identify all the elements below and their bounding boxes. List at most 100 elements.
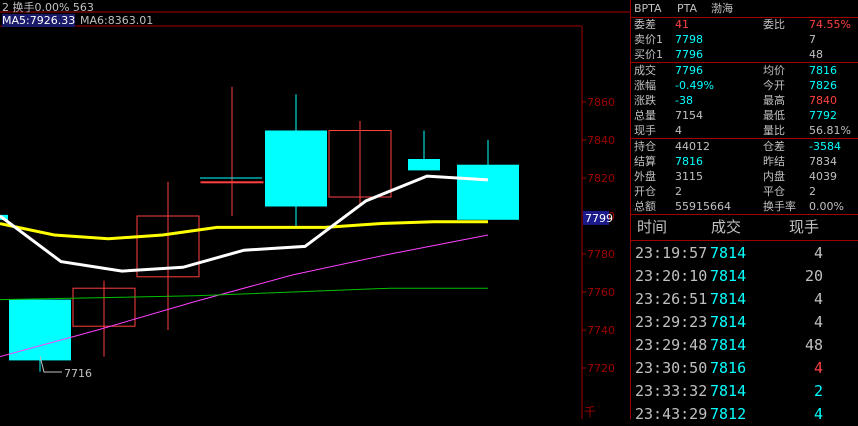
quote-row: 委差 41 委比 74.55%: [631, 17, 858, 32]
contract-name: PTA: [677, 2, 698, 15]
vol-header: 现手: [789, 218, 820, 236]
quote-label: 涨幅: [634, 79, 656, 92]
trade-price: 7814: [710, 336, 747, 354]
trade-row[interactable]: 23:19:57 7814 4: [631, 242, 858, 265]
divider: [631, 62, 858, 63]
trade-price: 7814: [710, 290, 747, 308]
quote-label: 开仓: [634, 185, 656, 198]
quote-label: 均价: [763, 64, 785, 77]
y-tick-label: 7760: [587, 286, 615, 299]
y-tick-label: 7840: [587, 134, 615, 147]
quote-row: 成交 7796 均价 7816: [631, 63, 858, 78]
quote-value: 44012: [675, 140, 710, 153]
quote-label: 仓差: [763, 140, 785, 153]
quote-value: 7796: [675, 64, 703, 77]
quote-row: 总额 55915664 换手率 0.00%: [631, 199, 858, 214]
trade-price: 7812: [710, 405, 747, 423]
quote-row: 买价1 7796 48: [631, 47, 858, 62]
time-header: 时间: [637, 218, 668, 236]
quote-label: 卖价1: [634, 33, 663, 46]
quote-label: 买价1: [634, 48, 663, 61]
kline-chart-canvas[interactable]: 7860784078207800778077607740772077997716…: [0, 0, 630, 419]
trade-time: 23:29:23: [635, 313, 708, 331]
quote-label: 委差: [634, 18, 656, 31]
quote-label: 总额: [634, 200, 656, 213]
quote-label: 今开: [763, 79, 785, 92]
quote-label: 平仓: [763, 185, 785, 198]
y-tick-label: 7860: [587, 96, 615, 109]
price-header: 成交: [711, 218, 742, 236]
candle-body: [408, 159, 440, 171]
quote-label: 涨跌: [634, 94, 656, 107]
quote-label: 现手: [634, 124, 656, 137]
quote-label: 成交: [634, 64, 656, 77]
quote-label: 昨结: [763, 155, 785, 168]
trade-row[interactable]: 23:29:23 7814 4: [631, 311, 858, 334]
quote-value: 41: [675, 18, 689, 31]
divider: [631, 240, 858, 241]
trade-vol: 4: [813, 290, 823, 308]
trade-time: 23:29:48: [635, 336, 708, 354]
y-tick-label: 7720: [587, 362, 615, 375]
quote-value: 7826: [809, 79, 837, 92]
quote-label: 总量: [634, 109, 656, 122]
ma-line: [0, 220, 488, 241]
trade-time: 23:30:50: [635, 359, 708, 377]
trade-row[interactable]: 23:33:32 7814 2: [631, 380, 858, 403]
trade-row[interactable]: 23:29:48 7814 48: [631, 334, 858, 357]
trade-price: 7816: [710, 359, 747, 377]
quote-value: 7798: [675, 33, 703, 46]
trade-time: 23:33:32: [635, 382, 708, 400]
trade-row[interactable]: 23:30:50 7816 4: [631, 357, 858, 380]
y-tick-label: 7740: [587, 324, 615, 337]
quote-label: 最高: [763, 94, 785, 107]
quote-label: 外盘: [634, 170, 656, 183]
quote-row: 持仓 44012 仓差 -3584: [631, 139, 858, 154]
quote-label: 持仓: [634, 140, 656, 153]
trade-vol: 4: [813, 359, 823, 377]
quote-row: 涨幅 -0.49% 今开 7826: [631, 78, 858, 93]
y-tick-label: 7780: [587, 248, 615, 261]
quote-value: 56.81%: [809, 124, 851, 137]
trade-row[interactable]: 23:20:10 7814 20: [631, 265, 858, 288]
quote-value: 74.55%: [809, 18, 851, 31]
quote-value: 2: [809, 185, 816, 198]
current-price-label: 7799: [585, 212, 613, 225]
contract-code: BPTA: [634, 2, 662, 15]
quote-value: -0.49%: [675, 79, 714, 92]
quote-value: 7154: [675, 109, 703, 122]
quote-row: 总量 7154 最低 7792: [631, 108, 858, 123]
quote-value: 7816: [675, 155, 703, 168]
quote-value: 7840: [809, 94, 837, 107]
quote-value: -3584: [809, 140, 841, 153]
quote-row: 开仓 2 平仓 2: [631, 184, 858, 199]
quote-value: -38: [675, 94, 693, 107]
quote-label: 最低: [763, 109, 785, 122]
quote-value: 4: [675, 124, 682, 137]
divider: [631, 214, 858, 215]
quote-row: 现手 4 量比 56.81%: [631, 123, 858, 138]
trade-vol: 4: [813, 244, 823, 262]
trade-row[interactable]: 23:26:51 7814 4: [631, 288, 858, 311]
quote-value: 7834: [809, 155, 837, 168]
quote-value: 7: [809, 33, 816, 46]
divider: [631, 138, 858, 139]
quote-value: 2: [675, 185, 682, 198]
kline-chart[interactable]: 7860784078207800778077607740772077997716…: [0, 0, 630, 419]
trades-header: 时间 成交 现手: [631, 216, 858, 239]
quote-label: 内盘: [763, 170, 785, 183]
quote-value: 3115: [675, 170, 703, 183]
trade-time: 23:20:10: [635, 267, 708, 285]
trade-row[interactable]: 23:43:29 7812 4: [631, 403, 858, 426]
candle-body: [200, 181, 264, 184]
quote-row: 外盘 3115 内盘 4039: [631, 169, 858, 184]
trade-vol: 20: [804, 267, 823, 285]
quote-value: 7796: [675, 48, 703, 61]
exchange-name: 渤海: [711, 2, 733, 15]
ma5-label: MA5:7926.33: [2, 14, 76, 27]
candle-body: [457, 164, 519, 220]
quote-value: 55915664: [675, 200, 731, 213]
low-price-label: 7716: [64, 367, 92, 380]
quote-label: 量比: [763, 124, 785, 137]
quote-label: 换手率: [763, 200, 796, 213]
